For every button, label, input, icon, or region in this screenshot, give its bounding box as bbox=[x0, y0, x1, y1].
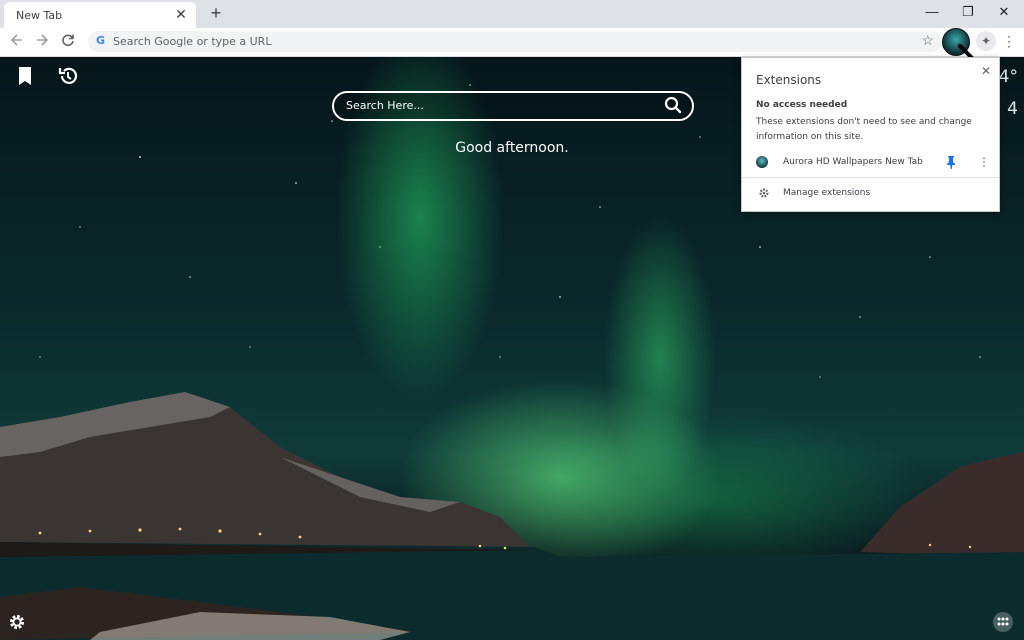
newtab-search-input[interactable]: Search Here... bbox=[332, 91, 694, 121]
back-arrow-icon[interactable] bbox=[7, 32, 27, 52]
omnibox[interactable]: G Search Google or type a URL ☆ bbox=[88, 31, 942, 52]
section-title: No access needed bbox=[756, 100, 848, 110]
aurora-extension-icon[interactable] bbox=[942, 28, 970, 56]
popup-title: Extensions bbox=[756, 73, 822, 87]
omnibox-placeholder: Search Google or type a URL bbox=[113, 35, 272, 48]
manage-extensions-label: Manage extensions bbox=[783, 188, 871, 198]
aurora-extension-icon bbox=[756, 156, 768, 168]
more-options-icon[interactable]: ⋮ bbox=[978, 154, 990, 170]
puzzle-extensions-icon[interactable]: ✦ bbox=[976, 31, 996, 51]
settings-gear-icon[interactable] bbox=[7, 612, 27, 632]
minimize-button[interactable]: — bbox=[914, 0, 950, 24]
extension-row[interactable]: Aurora HD Wallpapers New Tab ⋮ bbox=[742, 151, 999, 175]
manage-extensions-button[interactable]: Manage extensions bbox=[742, 179, 999, 207]
search-placeholder: Search Here... bbox=[346, 99, 424, 112]
chrome-menu-icon[interactable]: ⋮ bbox=[1002, 32, 1016, 50]
extensions-popup: Extensions ✕ No access needed These exte… bbox=[741, 57, 1000, 212]
reload-icon[interactable] bbox=[58, 32, 78, 52]
star-outline-icon[interactable]: ☆ bbox=[921, 32, 934, 49]
section-description: These extensions don't need to see and c… bbox=[756, 117, 972, 142]
new-tab-button[interactable]: + bbox=[206, 4, 226, 24]
forward-arrow-icon[interactable] bbox=[32, 32, 52, 52]
google-g-icon: G bbox=[96, 34, 106, 47]
close-icon[interactable]: ✕ bbox=[172, 5, 190, 23]
apps-grid-icon[interactable] bbox=[992, 611, 1014, 633]
restore-button[interactable]: ❐ bbox=[950, 0, 986, 24]
weather-temperature: 4° bbox=[998, 67, 1018, 87]
extension-name: Aurora HD Wallpapers New Tab bbox=[783, 157, 923, 167]
history-icon[interactable] bbox=[57, 65, 79, 87]
window-close-button[interactable]: ✕ bbox=[986, 0, 1022, 24]
bookmark-icon[interactable] bbox=[14, 65, 36, 87]
tab-title: New Tab bbox=[16, 9, 63, 22]
browser-toolbar: G Search Google or type a URL ☆ bbox=[0, 28, 1024, 57]
tab-new-tab[interactable]: New Tab ✕ bbox=[4, 2, 196, 28]
search-icon[interactable] bbox=[664, 96, 682, 114]
pin-icon[interactable] bbox=[945, 155, 957, 169]
divider bbox=[742, 177, 999, 178]
weather-detail: 4 bbox=[1007, 99, 1018, 119]
gear-icon bbox=[759, 188, 769, 198]
close-icon[interactable]: ✕ bbox=[979, 64, 993, 78]
tab-strip: New Tab ✕ + — ❐ ✕ bbox=[0, 0, 1024, 28]
